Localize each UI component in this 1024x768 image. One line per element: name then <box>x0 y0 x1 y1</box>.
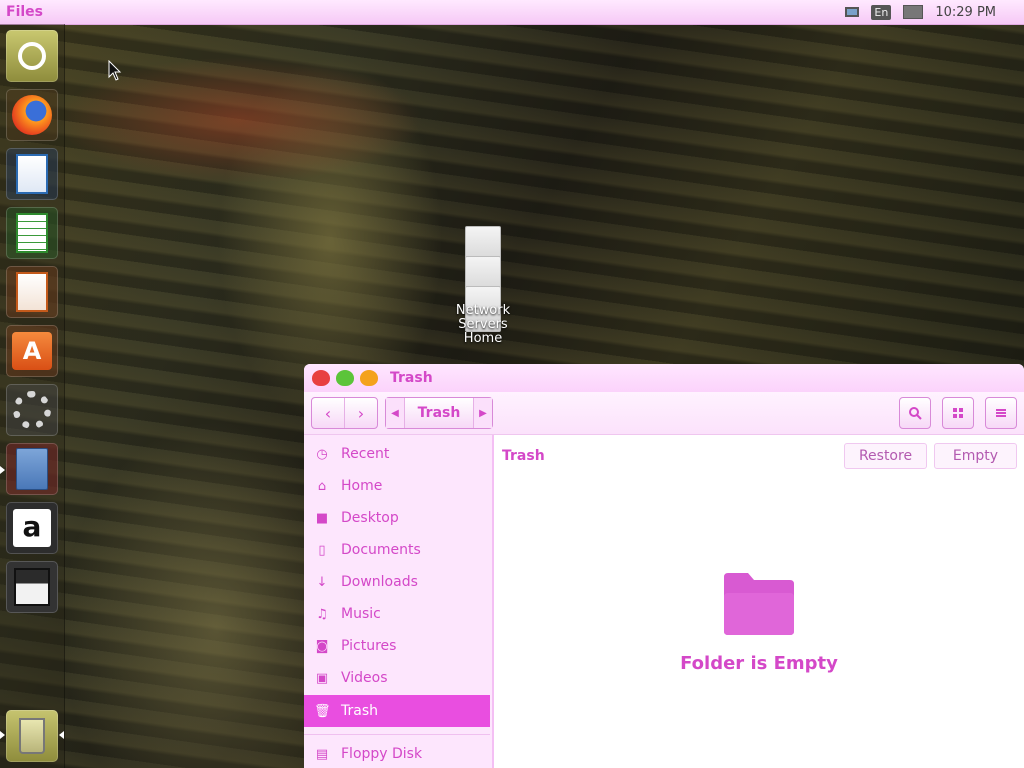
grid-icon <box>953 408 963 418</box>
empty-folder-message: Folder is Empty <box>680 653 838 674</box>
video-icon: ▣ <box>315 670 329 686</box>
music-icon: ♫ <box>316 606 328 622</box>
display-icon[interactable] <box>903 5 924 19</box>
sidebar-item-music[interactable]: ♫ Music <box>304 598 490 630</box>
firefox-launcher[interactable] <box>6 89 58 141</box>
sidebar-item-label: Music <box>341 606 381 622</box>
sidebar-item-home[interactable]: ⌂ Home <box>304 470 490 502</box>
sidebar-item-floppy-disk[interactable]: ▤ Floppy Disk <box>304 738 490 768</box>
ubuntu-software-icon: A <box>12 332 52 370</box>
libreoffice-impress-icon <box>16 272 48 312</box>
trash-content-area: Trash Restore Empty Folder is Empty <box>494 435 1024 768</box>
desktop-icon-label: Network Servers Home <box>446 304 520 346</box>
window-titlebar[interactable]: Trash <box>304 364 1024 392</box>
search-button[interactable] <box>899 397 931 429</box>
location-label: Trash <box>502 448 545 464</box>
sidebar-item-label: Videos <box>341 670 388 686</box>
impress-launcher[interactable] <box>6 266 58 318</box>
floppy-disk-icon <box>14 568 50 606</box>
back-button[interactable]: ‹ <box>312 398 345 428</box>
ubuntu-dash-button[interactable] <box>6 30 58 82</box>
running-indicator <box>0 466 5 474</box>
folder-icon <box>724 573 794 635</box>
places-sidebar: ◷ Recent ⌂ Home ■ Desktop ▯ Documents ↓ … <box>304 435 494 768</box>
calc-launcher[interactable] <box>6 207 58 259</box>
sidebar-item-documents[interactable]: ▯ Documents <box>304 534 490 566</box>
trash-launcher[interactable] <box>6 710 58 762</box>
keyboard-language-indicator[interactable]: En <box>871 4 892 20</box>
view-toggle-button[interactable] <box>942 397 974 429</box>
camera-icon: ◙ <box>315 638 329 654</box>
settings-launcher[interactable] <box>6 384 58 436</box>
libreoffice-writer-icon <box>16 154 48 194</box>
clock-icon: ◷ <box>316 446 328 462</box>
sidebar-item-label: Documents <box>341 542 421 558</box>
writer-launcher[interactable] <box>6 148 58 200</box>
search-icon <box>909 407 922 420</box>
mouse-cursor-icon <box>108 60 122 81</box>
maximize-button[interactable] <box>360 370 378 386</box>
files-launcher[interactable] <box>6 443 58 495</box>
folder-icon: ■ <box>315 510 329 526</box>
sidebar-item-pictures[interactable]: ◙ Pictures <box>304 630 490 662</box>
sidebar-item-label: Downloads <box>341 574 418 590</box>
amazon-launcher[interactable]: a <box>6 502 58 554</box>
firefox-icon <box>12 95 52 135</box>
restore-button[interactable]: Restore <box>844 443 927 469</box>
sidebar-item-desktop[interactable]: ■ Desktop <box>304 502 490 534</box>
hamburger-icon <box>996 409 1006 417</box>
file-manager-window: Trash ‹ › ◀ Trash ▶ ◷ Recent ⌂ Home ■ De… <box>304 364 1024 768</box>
desktop-icon-line: Servers <box>458 317 508 332</box>
breadcrumb-left-arrow[interactable]: ◀ <box>386 398 405 428</box>
software-launcher[interactable]: A <box>6 325 58 377</box>
ubuntu-logo-icon <box>18 42 46 70</box>
system-settings-icon <box>13 391 51 429</box>
sidebar-item-label: Trash <box>341 703 378 719</box>
trash-icon <box>19 718 45 754</box>
menu-button[interactable] <box>985 397 1017 429</box>
breadcrumb-item-trash[interactable]: Trash <box>405 405 473 421</box>
window-title: Trash <box>390 370 433 386</box>
toolbar: ‹ › ◀ Trash ▶ <box>304 392 1024 435</box>
network-icon[interactable] <box>845 7 860 17</box>
sidebar-item-downloads[interactable]: ↓ Downloads <box>304 566 490 598</box>
floppy-icon: ▤ <box>315 746 329 762</box>
breadcrumb-right-arrow[interactable]: ▶ <box>473 398 492 428</box>
focus-indicator <box>59 731 64 739</box>
sidebar-item-recent[interactable]: ◷ Recent <box>304 438 490 470</box>
forward-button[interactable]: › <box>345 398 377 428</box>
download-icon: ↓ <box>316 574 328 590</box>
trash-icon: 🗑︎ <box>314 703 331 719</box>
empty-trash-button[interactable]: Empty <box>934 443 1017 469</box>
sidebar-item-label: Floppy Disk <box>341 746 423 762</box>
system-tray: En 10:29 PM <box>845 4 996 20</box>
launcher: A a <box>0 24 65 768</box>
minimize-button[interactable] <box>336 370 354 386</box>
close-button[interactable] <box>312 370 330 386</box>
sidebar-item-trash[interactable]: 🗑︎ Trash <box>304 695 490 727</box>
sidebar-item-label: Pictures <box>341 638 397 654</box>
file-cabinet-icon <box>16 448 48 490</box>
sidebar-item-videos[interactable]: ▣ Videos <box>304 662 490 694</box>
clock[interactable]: 10:29 PM <box>935 5 996 20</box>
sidebar-item-label: Home <box>341 478 383 494</box>
active-app-title: Files <box>6 4 43 20</box>
libreoffice-calc-icon <box>16 213 48 253</box>
home-icon: ⌂ <box>317 478 327 494</box>
history-nav: ‹ › <box>311 397 378 429</box>
document-icon: ▯ <box>318 542 326 558</box>
top-panel: Files En 10:29 PM <box>0 0 1024 25</box>
desktop-icon-line: Network <box>455 303 511 318</box>
sidebar-item-label: Desktop <box>341 510 399 526</box>
breadcrumb: ◀ Trash ▶ <box>385 397 493 429</box>
sidebar-item-label: Recent <box>341 446 390 462</box>
running-indicator <box>0 731 5 739</box>
amazon-icon: a <box>13 509 51 547</box>
floppy-launcher[interactable] <box>6 561 58 613</box>
sidebar-separator <box>304 734 490 735</box>
desktop-icon-line: Home <box>463 331 503 346</box>
